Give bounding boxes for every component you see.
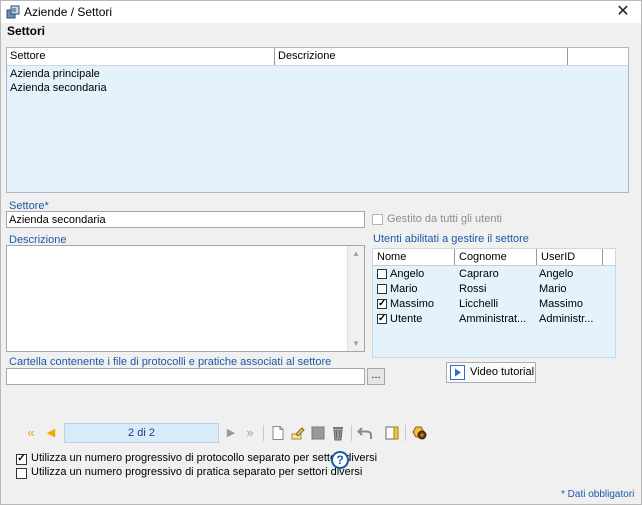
settore-field[interactable]: Azienda secondaria <box>6 211 365 228</box>
window-title: Aziende / Settori <box>24 5 113 19</box>
new-icon[interactable] <box>270 425 286 441</box>
toolbar-separator <box>405 425 406 441</box>
toolbar-separator <box>351 425 352 441</box>
video-tutorial-button[interactable]: Video tutorial <box>446 362 536 383</box>
toolbar-separator <box>263 425 264 441</box>
pratica-label: Utilizza un numero progressivo di pratic… <box>31 466 363 478</box>
user-cognome: Amministrat... <box>459 313 527 325</box>
row-settore: Azienda secondaria <box>10 82 107 94</box>
descrizione-textarea[interactable]: ▲ ▼ <box>6 245 365 352</box>
scroll-up-icon[interactable]: ▲ <box>352 249 360 258</box>
user-checkbox[interactable]: ✓ <box>377 314 387 324</box>
undo-icon[interactable] <box>357 425 373 441</box>
delete-icon[interactable] <box>330 425 346 441</box>
next-icon[interactable]: ▶ <box>223 425 239 441</box>
section-title: Settori <box>7 24 46 38</box>
column-header-userid[interactable]: UserID <box>537 249 603 265</box>
user-cognome: Licchelli <box>459 298 499 310</box>
title-bar: Aziende / Settori ✕ <box>1 1 641 23</box>
edit-icon[interactable] <box>290 425 306 441</box>
last-icon[interactable]: » <box>242 425 258 441</box>
utenti-label: Utenti abilitati a gestire il settore <box>373 233 529 245</box>
user-nome: Massimo <box>390 298 435 310</box>
users-table-header: Nome Cognome UserID <box>373 249 615 266</box>
user-checkbox[interactable]: ✓ <box>377 299 387 309</box>
table-row[interactable]: Mario Rossi Mario <box>373 282 615 297</box>
user-checkbox[interactable] <box>377 269 387 279</box>
sectors-grid[interactable]: Settore Descrizione Azienda principale A… <box>6 47 629 193</box>
settore-value: Azienda secondaria <box>9 214 106 226</box>
user-nome: Utente <box>390 313 423 325</box>
cartella-label: Cartella contenente i file di protocolli… <box>9 356 332 368</box>
table-row[interactable]: Azienda principale <box>10 67 100 81</box>
pratica-checkbox[interactable] <box>16 468 27 479</box>
help-glyph: ? <box>336 453 344 467</box>
table-row[interactable]: ✓ Utente Amministrat... Administr... <box>373 312 615 327</box>
play-icon <box>450 365 465 380</box>
column-header-cognome[interactable]: Cognome <box>455 249 537 265</box>
navigation-toolbar: « ◀ 2 di 2 ▶ » <box>20 423 433 443</box>
column-header-nome[interactable]: Nome <box>373 249 455 265</box>
search-icon[interactable] <box>412 425 428 441</box>
table-row[interactable]: ✓ Massimo Licchelli Massimo <box>373 297 615 312</box>
video-tutorial-label: Video tutorial <box>470 366 535 378</box>
user-cognome: Capraro <box>459 268 499 280</box>
descrizione-scrollbar[interactable]: ▲ ▼ <box>347 246 364 351</box>
user-userid: Massimo <box>539 298 584 310</box>
browse-button[interactable]: ... <box>367 368 385 385</box>
row-settore: Azienda principale <box>10 68 100 80</box>
scroll-down-icon[interactable]: ▼ <box>352 339 360 348</box>
browse-label: ... <box>371 369 381 381</box>
column-header-descrizione[interactable]: Descrizione <box>275 48 568 65</box>
user-nome: Mario <box>390 283 418 295</box>
first-icon[interactable]: « <box>23 425 39 441</box>
cartella-field[interactable] <box>6 368 365 385</box>
protocollo-checkbox[interactable]: ✓ <box>16 454 27 465</box>
user-nome: Angelo <box>390 268 425 280</box>
help-icon[interactable]: ? <box>331 451 349 469</box>
table-row[interactable]: Angelo Capraro Angelo <box>373 267 615 282</box>
table-row[interactable]: Azienda secondaria <box>10 81 107 95</box>
close-icon: ✕ <box>616 3 630 20</box>
users-table[interactable]: Nome Cognome UserID Angelo Capraro Angel… <box>372 248 616 358</box>
protocollo-label: Utilizza un numero progressivo di protoc… <box>31 452 378 464</box>
sectors-grid-header: Settore Descrizione <box>7 48 628 66</box>
window: Aziende / Settori ✕ Settori Settore Desc… <box>0 0 642 505</box>
column-header-settore[interactable]: Settore <box>7 48 275 65</box>
required-note: * Dati obbligatori <box>561 489 635 500</box>
user-userid: Administr... <box>539 313 594 325</box>
gestito-checkbox[interactable] <box>372 214 383 225</box>
notes-icon[interactable] <box>384 425 400 441</box>
app-icon <box>6 5 20 19</box>
user-cognome: Rossi <box>459 283 487 295</box>
pager: 2 di 2 <box>64 423 219 443</box>
prev-icon[interactable]: ◀ <box>43 425 59 441</box>
close-button[interactable]: ✕ <box>611 3 635 21</box>
user-userid: Angelo <box>539 268 574 280</box>
save-icon[interactable] <box>310 425 326 441</box>
gestito-label: Gestito da tutti gli utenti <box>387 213 502 225</box>
user-checkbox[interactable] <box>377 284 387 294</box>
user-userid: Mario <box>539 283 567 295</box>
